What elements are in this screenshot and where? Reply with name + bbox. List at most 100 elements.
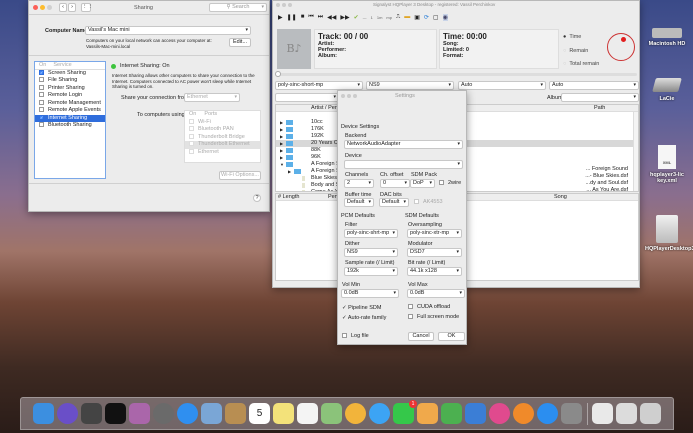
zoom-button[interactable] bbox=[353, 94, 357, 98]
help-button[interactable]: ? bbox=[253, 194, 261, 202]
service-checkbox[interactable]: ✓ bbox=[39, 69, 44, 75]
dark-app-icon[interactable] bbox=[81, 403, 102, 424]
minimize-button[interactable] bbox=[347, 94, 351, 98]
minus-button[interactable]: --- bbox=[363, 15, 367, 20]
usb-icon[interactable]: ⎍ bbox=[396, 14, 400, 21]
speaker-icon[interactable]: ◉ bbox=[442, 13, 448, 21]
pages-icon[interactable] bbox=[417, 403, 438, 424]
desktop-icon-license-xml[interactable]: XML hqplayer3-lic key.xml bbox=[637, 145, 693, 184]
rewind-icon[interactable]: ◀◀ bbox=[327, 14, 336, 21]
offset-spinbox[interactable]: 0 bbox=[380, 179, 410, 188]
volume-knob[interactable] bbox=[607, 33, 635, 61]
forward-button[interactable]: › bbox=[68, 3, 76, 12]
pause-icon[interactable]: ❚❚ bbox=[287, 14, 297, 21]
service-checkbox[interactable] bbox=[39, 122, 44, 128]
service-item[interactable]: Remote Management bbox=[35, 100, 105, 108]
fullscreen-checkbox[interactable]: Full screen mode bbox=[408, 314, 459, 320]
service-checkbox[interactable] bbox=[39, 77, 44, 83]
next-icon[interactable]: ⏭ bbox=[318, 14, 323, 21]
back-button[interactable]: ‹ bbox=[59, 3, 67, 12]
port-item[interactable]: Ethernet bbox=[185, 149, 260, 157]
filter-select[interactable]: poly-sinc-short-mp bbox=[275, 81, 363, 90]
filter-select[interactable]: poly-sinc-shrt-mp bbox=[344, 229, 398, 238]
desktop-icon-macintosh-hd[interactable]: Macintosh HD bbox=[637, 28, 693, 47]
port-checkbox[interactable] bbox=[189, 148, 194, 154]
artist-filter-input[interactable] bbox=[275, 93, 339, 102]
play-icon[interactable]: ▶ bbox=[278, 14, 283, 21]
rate-select[interactable]: Auto bbox=[458, 81, 546, 90]
mode-select[interactable]: Auto bbox=[549, 81, 639, 90]
system-preferences-icon[interactable] bbox=[561, 403, 582, 424]
keynote-icon[interactable] bbox=[465, 403, 486, 424]
radio-total-remain[interactable]: ○ Total remain bbox=[563, 58, 599, 72]
pipeline-checkbox[interactable]: ✓ Pipeline SDM bbox=[342, 305, 381, 311]
close-button[interactable] bbox=[33, 5, 38, 10]
seek-handle[interactable] bbox=[275, 71, 281, 77]
port-item[interactable]: Wi-Fi bbox=[185, 119, 260, 127]
sdm-pack-select[interactable]: DoP bbox=[410, 179, 435, 188]
folder-icon[interactable]: ▬ bbox=[404, 14, 410, 20]
service-checkbox[interactable] bbox=[39, 92, 44, 98]
backend-select[interactable]: NetworkAudioAdapter bbox=[344, 140, 463, 149]
1m-button[interactable]: 1m bbox=[377, 15, 383, 20]
desktop-icon-hqplayer-disk[interactable]: HQPlayerDesktop3 bbox=[637, 215, 693, 252]
siri-icon[interactable] bbox=[57, 403, 78, 424]
chevron-right-icon[interactable]: ▶ bbox=[280, 147, 283, 154]
port-checkbox[interactable] bbox=[189, 118, 194, 124]
port-checkbox[interactable] bbox=[189, 126, 194, 132]
chevron-right-icon[interactable]: ▶ bbox=[280, 126, 283, 133]
service-item[interactable]: File Sharing bbox=[35, 77, 105, 85]
buffer-select[interactable]: Default bbox=[344, 198, 374, 207]
contacts-icon[interactable] bbox=[225, 403, 246, 424]
album-filter-input[interactable] bbox=[561, 93, 639, 102]
dither-select[interactable]: NS9 bbox=[366, 81, 454, 90]
bitrate-select[interactable]: 44.1k x128 bbox=[407, 267, 462, 276]
cancel-button[interactable]: Cancel bbox=[408, 332, 434, 341]
check-icon[interactable]: ✔ bbox=[354, 14, 359, 21]
volmin-spinbox[interactable]: 0.0dB bbox=[341, 289, 399, 298]
messages-icon[interactable] bbox=[369, 403, 390, 424]
service-item[interactable]: ✓ Internet Sharing bbox=[35, 114, 105, 122]
volmax-spinbox[interactable]: 0.0dB bbox=[407, 289, 465, 298]
downloads-icon[interactable] bbox=[592, 403, 613, 424]
audio-app-icon[interactable] bbox=[129, 403, 150, 424]
computer-name-input[interactable]: Vassil's Mac mini bbox=[85, 26, 251, 35]
finder-icon[interactable] bbox=[33, 403, 54, 424]
service-item[interactable]: Bluetooth Sharing bbox=[35, 122, 105, 130]
radio-time[interactable]: ● Time bbox=[563, 31, 599, 45]
chevron-right-icon[interactable]: ▶ bbox=[280, 140, 283, 147]
window-icon[interactable]: ▢ bbox=[433, 14, 439, 21]
itunes-icon[interactable] bbox=[489, 403, 510, 424]
close-button[interactable] bbox=[341, 94, 345, 98]
port-item[interactable]: Thunderbolt Bridge bbox=[185, 134, 260, 142]
forward-icon[interactable]: ▶▶ bbox=[340, 14, 349, 21]
one-button[interactable]: 1 bbox=[371, 15, 373, 20]
stop-icon[interactable]: ■ bbox=[301, 14, 305, 20]
share-from-select[interactable]: Ethernet bbox=[184, 93, 240, 102]
service-checkbox[interactable] bbox=[39, 107, 44, 113]
chevron-right-icon[interactable]: ▶ bbox=[280, 119, 283, 126]
app-store-icon[interactable] bbox=[537, 403, 558, 424]
ok-button[interactable]: OK bbox=[438, 332, 465, 341]
maps-icon[interactable] bbox=[321, 403, 342, 424]
documents-icon[interactable] bbox=[616, 403, 637, 424]
seek-slider[interactable] bbox=[275, 71, 637, 77]
samplerate-select[interactable]: 192k bbox=[344, 267, 398, 276]
zoom-button[interactable] bbox=[288, 3, 292, 7]
numbers-icon[interactable] bbox=[441, 403, 462, 424]
photos-icon[interactable] bbox=[345, 403, 366, 424]
search-field[interactable]: ⚲ Search bbox=[209, 3, 267, 12]
desktop-icon-lacie[interactable]: LaCie bbox=[637, 78, 693, 102]
tidal-icon[interactable] bbox=[105, 403, 126, 424]
oversampling-select[interactable]: poly-sinc-xtr-mp bbox=[407, 229, 462, 238]
dacbits-select[interactable]: Default bbox=[379, 198, 409, 207]
chevron-down-icon[interactable]: ▼ bbox=[280, 161, 284, 168]
zoom-button[interactable] bbox=[47, 5, 52, 10]
service-checkbox[interactable] bbox=[39, 84, 44, 90]
radio-remain[interactable]: ○ Remain bbox=[563, 45, 599, 59]
save-icon[interactable]: ▣ bbox=[414, 14, 420, 21]
port-checkbox[interactable] bbox=[189, 141, 194, 147]
device-select[interactable] bbox=[344, 160, 463, 169]
refresh-icon[interactable]: ⟳ bbox=[424, 14, 429, 21]
launchpad-icon[interactable] bbox=[153, 403, 174, 424]
